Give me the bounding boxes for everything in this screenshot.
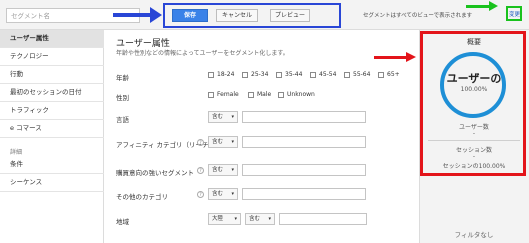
checkbox[interactable] — [310, 71, 316, 78]
other-category-operator-select[interactable]: 含む ▾ — [208, 188, 238, 200]
red-annotation-box — [420, 31, 526, 176]
age-option-45-54[interactable]: 45-54 — [310, 71, 336, 78]
age-option-35-44[interactable]: 35-44 — [276, 71, 302, 78]
segment-visibility-text: セグメントはすべてのビューで表示されます — [363, 13, 473, 19]
other-category-input[interactable] — [242, 188, 366, 200]
caret-down-icon: ▾ — [268, 216, 271, 222]
in-market-operator-select[interactable]: 含む ▾ — [208, 164, 238, 176]
age-option-25-34[interactable]: 25-34 — [242, 71, 268, 78]
cancel-button[interactable]: キャンセル — [216, 9, 258, 22]
region-input[interactable] — [279, 213, 367, 225]
caret-down-icon: ▾ — [231, 167, 234, 173]
sidebar-item-first-session-date[interactable]: 最初のセッションの日付 — [0, 84, 104, 102]
help-icon[interactable]: ? — [197, 139, 204, 146]
change-visibility-link[interactable]: 変更 — [509, 10, 520, 18]
affinity-operator-select[interactable]: 含む ▾ — [208, 136, 238, 148]
sidebar-item-traffic[interactable]: トラフィック — [0, 102, 104, 120]
sidebar-item-ecommerce[interactable]: e コマース — [0, 120, 104, 138]
affinity-input[interactable] — [242, 136, 366, 148]
green-annotation-arrow — [466, 5, 490, 8]
language-operator-select[interactable]: 含む ▾ — [208, 111, 238, 123]
checkbox[interactable] — [208, 71, 214, 78]
checkbox[interactable] — [242, 71, 248, 78]
checkbox[interactable] — [278, 91, 284, 98]
sidebar-group-advanced: 詳細 — [10, 149, 23, 156]
region-label: 地域 — [116, 218, 129, 226]
caret-down-icon: ▾ — [234, 216, 237, 222]
caret-down-icon: ▾ — [231, 191, 234, 197]
filter-status: フィルタなし — [454, 231, 494, 239]
region-operator-select[interactable]: 含む ▾ — [245, 213, 275, 225]
age-option-18-24[interactable]: 18-24 — [208, 71, 234, 78]
checkbox[interactable] — [378, 71, 384, 78]
help-icon[interactable]: ? — [197, 167, 204, 174]
in-market-input[interactable] — [242, 164, 366, 176]
page-description: 年齢や性別などの情報によってユーザーをセグメント化します。 — [116, 50, 289, 57]
age-label: 年齢 — [116, 74, 129, 82]
gender-label: 性別 — [116, 94, 129, 102]
caret-down-icon: ▾ — [231, 114, 234, 120]
save-button[interactable]: 保存 — [172, 9, 208, 22]
in-market-label: 購買意向の強いセグメント — [116, 169, 194, 177]
red-annotation-arrow-head — [406, 52, 416, 62]
green-annotation-arrow-head — [489, 1, 498, 11]
sidebar-item-technology[interactable]: テクノロジー — [0, 48, 104, 66]
region-scope-select[interactable]: 大陸 ▾ — [208, 213, 241, 225]
red-annotation-arrow — [374, 56, 408, 59]
gender-option-female[interactable]: Female — [208, 91, 239, 98]
checkbox[interactable] — [208, 91, 214, 98]
sidebar: ユーザー属性 テクノロジー 行動 最初のセッションの日付 トラフィック e コマ… — [0, 30, 104, 243]
gender-option-unknown[interactable]: Unknown — [278, 91, 315, 98]
blue-annotation-arrow-head — [150, 7, 162, 23]
language-label: 言語 — [116, 116, 129, 124]
sidebar-item-behavior[interactable]: 行動 — [0, 66, 104, 84]
checkbox[interactable] — [344, 71, 350, 78]
caret-down-icon: ▾ — [231, 139, 234, 145]
blue-annotation-arrow — [113, 13, 151, 17]
sidebar-item-demographics[interactable]: ユーザー属性 — [0, 30, 104, 48]
language-input[interactable] — [242, 111, 366, 123]
age-option-55-64[interactable]: 55-64 — [344, 71, 370, 78]
other-category-label: その他のカテゴリ — [116, 193, 168, 201]
checkbox[interactable] — [248, 91, 254, 98]
age-option-65-plus[interactable]: 65+ — [378, 71, 400, 78]
help-icon[interactable]: ? — [197, 191, 204, 198]
gender-option-male[interactable]: Male — [248, 91, 271, 98]
sidebar-item-conditions[interactable]: 条件 — [0, 156, 104, 174]
preview-button[interactable]: プレビュー — [270, 9, 310, 22]
sidebar-item-sequences[interactable]: シーケンス — [0, 174, 104, 192]
checkbox[interactable] — [276, 71, 282, 78]
